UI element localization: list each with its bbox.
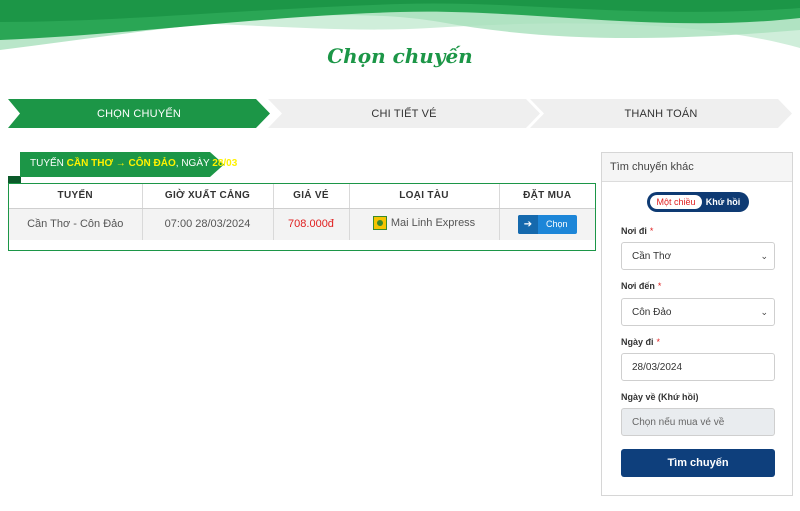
from-select-value: Cần Thơ xyxy=(632,250,672,262)
trip-type-toggle: Một chiều Khứ hồi xyxy=(647,192,749,212)
trip-ship-cell: Mai Linh Express xyxy=(349,208,500,240)
from-select[interactable]: Cần Thơ ⌄ xyxy=(621,242,775,270)
trips-table-container: TUYẾN GIỜ XUẤT CẢNG GIÁ VÉ LOẠI TÀU ĐẶT … xyxy=(8,183,596,251)
to-label: Nơi đến * xyxy=(621,281,661,291)
step-ticket-details: CHI TIẾT VÉ xyxy=(268,99,540,128)
required-mark: * xyxy=(649,226,654,236)
progress-steps: CHỌN CHUYẾN CHI TIẾT VÉ THANH TOÁN xyxy=(8,99,792,128)
col-ship: LOẠI TÀU xyxy=(349,184,500,209)
to-select[interactable]: Côn Đảo ⌄ xyxy=(621,298,775,326)
required-mark: * xyxy=(657,281,662,291)
search-panel: Tìm chuyến khác Một chiều Khứ hồi Nơi đi… xyxy=(601,152,793,496)
required-mark: * xyxy=(656,337,661,347)
choose-trip-label: Chọn xyxy=(545,219,568,230)
col-action: ĐẶT MUA xyxy=(499,184,595,209)
choose-trip-button[interactable]: ➔ Chọn xyxy=(517,214,577,234)
step-label: CHỌN CHUYẾN xyxy=(96,107,182,120)
chevron-down-icon: ⌄ xyxy=(760,307,768,317)
trip-route: Cần Thơ - Côn Đảo xyxy=(9,208,143,240)
step-payment: THANH TOÁN xyxy=(530,99,792,128)
trip-departure: 07:00 28/03/2024 xyxy=(142,208,274,240)
route-origin: CẦN THƠ xyxy=(66,158,113,169)
return-date-label: Ngày về (Khứ hồi) xyxy=(621,392,699,402)
trip-ship: Mai Linh Express xyxy=(390,216,476,229)
route-date: 28/03 xyxy=(212,158,238,169)
table-row: Cần Thơ - Côn Đảo 07:00 28/03/2024 708.0… xyxy=(9,208,595,240)
col-price: GIÁ VÉ xyxy=(273,184,350,209)
to-label-text: Nơi đến xyxy=(621,281,655,291)
chevron-down-icon: ⌄ xyxy=(760,251,768,261)
from-label: Nơi đi * xyxy=(621,226,653,236)
to-select-value: Côn Đảo xyxy=(632,306,672,318)
step-label: THANH TOÁN xyxy=(624,107,698,120)
return-date-placeholder: Chọn nếu mua vé về xyxy=(632,416,725,428)
route-banner-text: TUYẾN CẦN THƠ → CÔN ĐẢO, NGÀY 28/03 xyxy=(30,158,237,169)
ship-logo-icon xyxy=(372,215,387,230)
step-label: CHI TIẾT VÉ xyxy=(371,107,437,120)
trip-price: 708.000đ xyxy=(273,208,350,240)
table-header-row: TUYẾN GIỜ XUẤT CẢNG GIÁ VÉ LOẠI TÀU ĐẶT … xyxy=(9,184,595,209)
search-panel-title: Tìm chuyến khác xyxy=(602,153,792,182)
from-label-text: Nơi đi xyxy=(621,226,647,236)
route-destination: CÔN ĐẢO xyxy=(128,158,176,169)
route-prefix: TUYẾN xyxy=(30,158,67,169)
depart-date-value: 28/03/2024 xyxy=(632,361,683,373)
route-date-prefix: , NGÀY xyxy=(175,158,213,169)
page-title: Chọn chuyến xyxy=(327,44,473,68)
depart-date-label: Ngày đi * xyxy=(621,337,660,347)
arrow-right-icon: ➔ xyxy=(517,214,538,234)
round-trip-option[interactable]: Khứ hồi xyxy=(702,195,744,209)
depart-date-label-text: Ngày đi xyxy=(621,337,654,347)
depart-date-input[interactable]: 28/03/2024 xyxy=(621,353,775,381)
trips-table: TUYẾN GIỜ XUẤT CẢNG GIÁ VÉ LOẠI TÀU ĐẶT … xyxy=(9,184,595,240)
route-banner-fold xyxy=(8,176,21,183)
search-trip-button[interactable]: Tìm chuyến xyxy=(621,449,775,477)
route-arrow: → xyxy=(112,158,129,169)
col-departure: GIỜ XUẤT CẢNG xyxy=(142,184,274,209)
return-date-input[interactable]: Chọn nếu mua vé về xyxy=(621,408,775,436)
col-route: TUYẾN xyxy=(9,184,143,209)
step-choose-trip: CHỌN CHUYẾN xyxy=(8,99,270,128)
trip-action-cell: ➔ Chọn xyxy=(499,208,595,240)
route-banner: TUYẾN CẦN THƠ → CÔN ĐẢO, NGÀY 28/03 xyxy=(20,152,237,177)
one-way-option[interactable]: Một chiều xyxy=(650,195,702,209)
